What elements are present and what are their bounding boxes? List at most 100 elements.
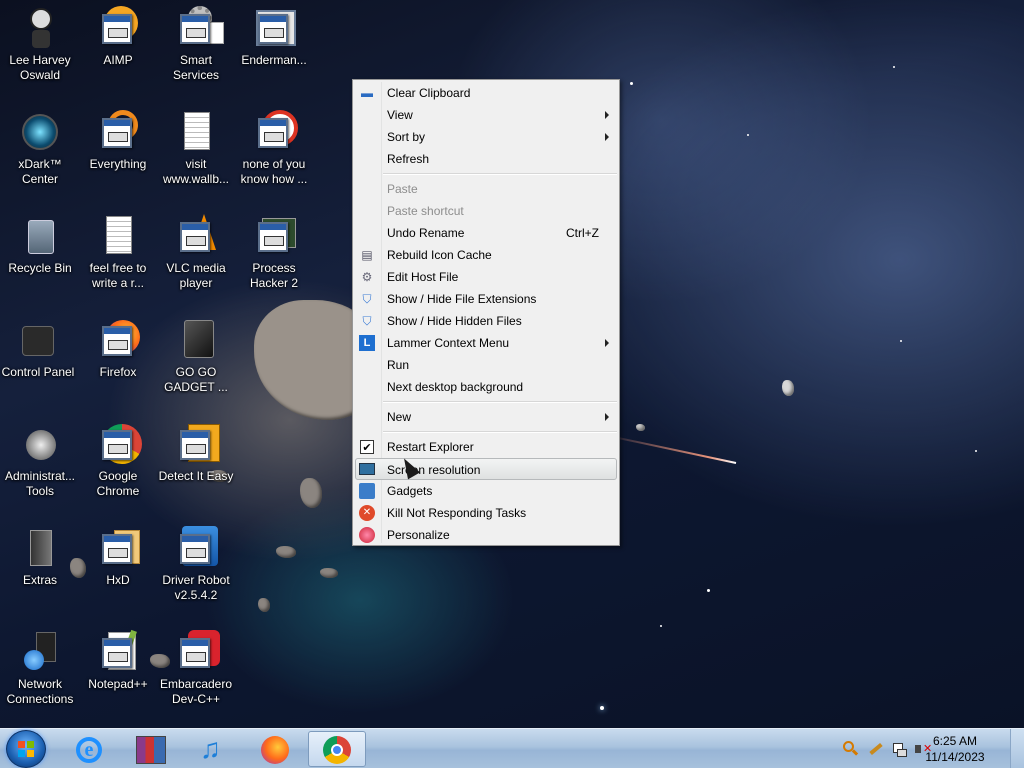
submenu-arrow-icon	[605, 111, 609, 119]
menu-item-clear-clipboard[interactable]: ▬ Clear Clipboard	[353, 82, 619, 104]
desktop-context-menu: ▬ Clear Clipboard View Sort by Refresh P…	[352, 79, 620, 546]
monitor-icon	[359, 463, 375, 475]
search-icon[interactable]	[843, 741, 859, 757]
start-button[interactable]	[6, 730, 46, 768]
menu-item-new[interactable]: New	[353, 406, 619, 428]
aimp-icon	[96, 6, 140, 50]
network-tray-icon[interactable]	[891, 741, 907, 757]
desktop-icon-none-of-you[interactable]: none of you know how ...	[234, 110, 314, 187]
menu-item-sort-by[interactable]: Sort by	[353, 126, 619, 148]
desktop-icon-xdark-center[interactable]: xDark™ Center	[0, 110, 80, 187]
desktop-icon-firefox[interactable]: Firefox	[78, 318, 158, 380]
desktop-icon-go-go-gadget[interactable]: GO GO GADGET ...	[156, 318, 236, 395]
desktop-icon-feel-free[interactable]: feel free to write a r...	[78, 214, 158, 291]
ie-icon: e	[76, 737, 102, 763]
detect-it-easy-icon	[174, 422, 220, 466]
desktop-icon-everything[interactable]: Everything	[78, 110, 158, 172]
taskbar: e ♫ ✕ 6:25 AM 11/14/2023	[0, 728, 1024, 768]
hxd-icon	[96, 526, 140, 570]
music-icon: ♫	[200, 733, 221, 764]
chrome-icon	[96, 422, 142, 466]
checkbox-icon: ✔	[360, 440, 374, 454]
gadgets-icon	[359, 483, 375, 499]
rebuild-icon: ▤	[361, 248, 373, 262]
menu-item-rebuild-icon-cache[interactable]: ▤ Rebuild Icon Cache	[353, 244, 619, 266]
menu-item-gadgets[interactable]: Gadgets	[353, 480, 619, 502]
gear-icon: ⚙	[361, 270, 373, 284]
desktop-icon-smart-services[interactable]: Smart Services	[156, 6, 236, 83]
desktop-icon-network-connections[interactable]: Network Connections	[0, 630, 80, 707]
clock-date: 11/14/2023	[925, 750, 985, 764]
desktop-icon-driver-robot[interactable]: Driver Robot v2.5.4.2	[156, 526, 236, 603]
desktop-icon-detect-it-easy[interactable]: Detect It Easy	[156, 422, 236, 484]
window-app-icon	[252, 6, 296, 50]
submenu-arrow-icon	[605, 413, 609, 421]
menu-item-paste-shortcut[interactable]: Paste shortcut	[353, 200, 619, 222]
desktop-icon-extras[interactable]: Extras	[0, 526, 80, 588]
lammer-icon: L	[359, 335, 375, 351]
desktop-icon-control-panel[interactable]: Control Panel	[0, 318, 78, 380]
menu-item-undo-rename[interactable]: Undo Rename Ctrl+Z	[353, 222, 619, 244]
menu-item-personalize[interactable]: Personalize	[353, 524, 619, 546]
vlc-icon	[174, 214, 218, 258]
desktop-icon-aimp[interactable]: AIMP	[78, 6, 158, 68]
kill-icon: ✕	[359, 505, 375, 521]
notepadpp-icon	[96, 629, 140, 674]
shortcut-label: Ctrl+Z	[566, 226, 599, 240]
character-icon	[18, 6, 62, 50]
desktop-icon-hxd[interactable]: HxD	[78, 526, 158, 588]
menu-item-show-hide-hidden-files[interactable]: ⛉ Show / Hide Hidden Files	[353, 310, 619, 332]
taskbar-internet-explorer[interactable]: e	[60, 731, 118, 767]
everything-icon	[96, 110, 140, 154]
taskbar-google-chrome[interactable]	[308, 731, 366, 767]
gadget-icon	[174, 318, 218, 362]
app-icon	[252, 110, 298, 154]
clock-time: 6:25 AM	[932, 734, 978, 748]
desktop-icon-visit-wallb[interactable]: visit www.wallb...	[156, 110, 236, 187]
menu-separator	[353, 428, 619, 436]
desktop-icon-administrative-tools[interactable]: Administrat... Tools	[0, 422, 80, 499]
text-document-icon	[96, 214, 140, 258]
control-panel-icon	[16, 318, 60, 362]
taskbar-music[interactable]: ♫	[184, 731, 242, 767]
desktop-icon-vlc[interactable]: VLC media player	[156, 214, 236, 291]
menu-separator	[353, 170, 619, 178]
shield-icon: ⛉	[362, 292, 372, 306]
menu-item-edit-host-file[interactable]: ⚙ Edit Host File	[353, 266, 619, 288]
menu-item-paste[interactable]: Paste	[353, 178, 619, 200]
system-clock[interactable]: 6:25 AM 11/14/2023	[920, 733, 990, 765]
menu-item-lammer-context-menu[interactable]: L Lammer Context Menu	[353, 332, 619, 354]
desktop-icon-lee-harvey-oswald[interactable]: Lee Harvey Oswald	[0, 6, 80, 83]
desktop-icon-enderman[interactable]: Enderman...	[234, 6, 314, 68]
menu-item-run[interactable]: Run	[353, 354, 619, 376]
desktop-icon-google-chrome[interactable]: Google Chrome	[78, 422, 158, 499]
desktop-icon-notepadpp[interactable]: Notepad++	[78, 629, 158, 692]
clipboard-icon: ▬	[361, 86, 373, 100]
menu-item-screen-resolution[interactable]: Screen resolution	[355, 458, 617, 480]
submenu-arrow-icon	[605, 339, 609, 347]
driver-robot-icon	[174, 526, 218, 570]
menu-item-view[interactable]: View	[353, 104, 619, 126]
folder-icon	[18, 526, 62, 570]
tools-icon[interactable]	[867, 741, 883, 757]
menu-item-restart-explorer[interactable]: ✔ Restart Explorer	[353, 436, 619, 458]
personalize-icon	[359, 527, 375, 543]
devcpp-icon	[174, 630, 220, 674]
menu-item-refresh[interactable]: Refresh	[353, 148, 619, 170]
menu-item-next-desktop-background[interactable]: Next desktop background	[353, 376, 619, 398]
shield-icon: ⛉	[362, 314, 372, 328]
admin-tools-icon	[18, 422, 62, 466]
desktop-icon-recycle-bin[interactable]: Recycle Bin	[0, 214, 80, 276]
desktop-icon-process-hacker[interactable]: Process Hacker 2	[234, 214, 314, 291]
menu-item-show-hide-extensions[interactable]: ⛉ Show / Hide File Extensions	[353, 288, 619, 310]
document-icon	[174, 110, 218, 154]
desktop-icon-devcpp[interactable]: Embarcadero Dev-C++	[156, 630, 236, 707]
menu-item-kill-not-responding[interactable]: ✕ Kill Not Responding Tasks	[353, 502, 619, 524]
gear-icon	[174, 6, 224, 50]
firefox-icon	[96, 318, 140, 362]
archive-icon	[136, 736, 166, 764]
taskbar-archive[interactable]	[122, 731, 180, 767]
show-desktop-button[interactable]	[1010, 729, 1024, 768]
taskbar-firefox[interactable]	[246, 731, 304, 767]
process-hacker-icon	[252, 214, 296, 258]
